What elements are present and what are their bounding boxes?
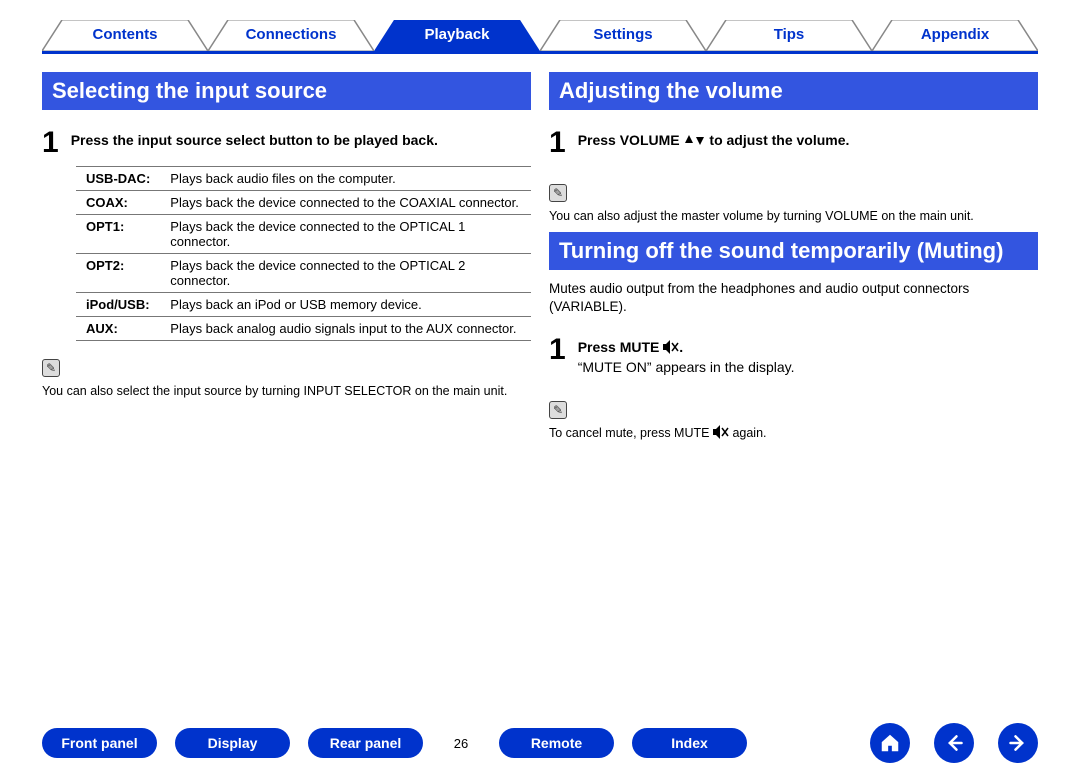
tab-settings[interactable]: Settings — [540, 20, 706, 51]
tab-label: Settings — [593, 26, 652, 43]
tab-label: Contents — [93, 26, 158, 43]
text-fragment: Press MUTE — [578, 339, 664, 355]
text-fragment: Press VOLUME — [578, 132, 684, 148]
source-desc: Plays back an iPod or USB memory device. — [160, 293, 531, 317]
step-number: 1 — [42, 128, 59, 158]
step-number: 1 — [549, 128, 566, 158]
tab-label: Appendix — [921, 26, 989, 43]
table-row: OPT1:Plays back the device connected to … — [76, 215, 531, 254]
source-desc: Plays back audio files on the computer. — [160, 167, 531, 191]
footer-link-front-panel[interactable]: Front panel — [42, 728, 157, 758]
source-name: OPT1: — [76, 215, 160, 254]
table-row: iPod/USB:Plays back an iPod or USB memor… — [76, 293, 531, 317]
footer-link-remote[interactable]: Remote — [499, 728, 614, 758]
footer-link-rear-panel[interactable]: Rear panel — [308, 728, 423, 758]
source-name: OPT2: — [76, 254, 160, 293]
table-row: OPT2:Plays back the device connected to … — [76, 254, 531, 293]
note-icon: ✎ — [549, 184, 567, 202]
tab-contents[interactable]: Contents — [42, 20, 208, 51]
tab-tips[interactable]: Tips — [706, 20, 872, 51]
right-column: Adjusting the volume 1 Press VOLUME to a… — [549, 64, 1038, 441]
step-text: Press VOLUME to adjust the volume. — [578, 128, 850, 148]
section-heading-muting: Turning off the sound temporarily (Mutin… — [549, 232, 1038, 270]
footer-bar: Front panel Display Rear panel 26 Remote… — [42, 723, 1038, 763]
table-row: AUX:Plays back analog audio signals inpu… — [76, 317, 531, 341]
tip-text: You can also adjust the master volume by… — [549, 208, 1038, 224]
tip-text: You can also select the input source by … — [42, 383, 531, 399]
mute-icon — [663, 340, 679, 354]
tab-connections[interactable]: Connections — [208, 20, 374, 51]
footer-link-index[interactable]: Index — [632, 728, 747, 758]
tab-label: Playback — [424, 26, 489, 43]
source-name: iPod/USB: — [76, 293, 160, 317]
prev-page-button[interactable] — [934, 723, 974, 763]
footer-link-display[interactable]: Display — [175, 728, 290, 758]
note-icon: ✎ — [42, 359, 60, 377]
section-heading-input-source: Selecting the input source — [42, 72, 531, 110]
step-subtext: “MUTE ON” appears in the display. — [578, 359, 795, 375]
page-number: 26 — [441, 736, 481, 751]
text-fragment: to adjust the volume. — [709, 132, 849, 148]
note-icon: ✎ — [549, 401, 567, 419]
tab-playback[interactable]: Playback — [374, 20, 540, 51]
next-page-button[interactable] — [998, 723, 1038, 763]
source-desc: Plays back the device connected to the C… — [160, 191, 531, 215]
source-desc: Plays back the device connected to the O… — [160, 254, 531, 293]
section-heading-volume: Adjusting the volume — [549, 72, 1038, 110]
volume-up-down-icon — [684, 133, 706, 147]
source-name: AUX: — [76, 317, 160, 341]
step-number: 1 — [549, 335, 566, 365]
tip-text: To cancel mute, press MUTE again. — [549, 425, 1038, 441]
source-desc: Plays back the device connected to the O… — [160, 215, 531, 254]
source-name: COAX: — [76, 191, 160, 215]
left-column: Selecting the input source 1 Press the i… — [42, 64, 531, 441]
home-button[interactable] — [870, 723, 910, 763]
input-source-table: USB-DAC:Plays back audio files on the co… — [76, 166, 531, 341]
tab-appendix[interactable]: Appendix — [872, 20, 1038, 51]
top-nav: Contents Connections Playback Settings Tips A… — [42, 20, 1038, 54]
source-desc: Plays back analog audio signals input to… — [160, 317, 531, 341]
mute-icon — [713, 425, 729, 439]
mute-intro-text: Mutes audio output from the headphones a… — [549, 280, 1038, 316]
table-row: USB-DAC:Plays back audio files on the co… — [76, 167, 531, 191]
text-fragment: again. — [732, 426, 766, 440]
tab-label: Connections — [246, 26, 337, 43]
tab-label: Tips — [774, 26, 805, 43]
table-row: COAX:Plays back the device connected to … — [76, 191, 531, 215]
source-name: USB-DAC: — [76, 167, 160, 191]
step-text: Press MUTE . “MUTE ON” appears in the di… — [578, 335, 795, 375]
step-text: Press the input source select button to … — [71, 128, 438, 148]
text-fragment: To cancel mute, press MUTE — [549, 426, 713, 440]
